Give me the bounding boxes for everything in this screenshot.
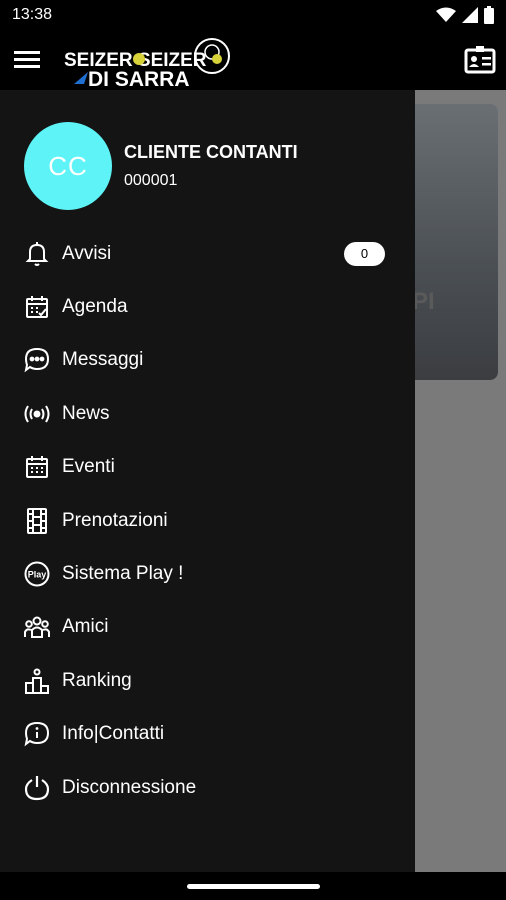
app-logo: SEIZER SEIZER DI SARRA	[62, 36, 238, 90]
menu-item-messaggi[interactable]: Messaggi	[0, 334, 415, 387]
hamburger-menu-icon[interactable]	[14, 48, 42, 72]
menu-label-avvisi: Avvisi	[62, 242, 112, 264]
user-code: 000001	[124, 172, 178, 189]
drawer-menu: Avvisi 0 Agenda Messaggi News Eventi Pre…	[0, 227, 415, 814]
navigation-drawer: CC CLIENTE CONTANTI 000001 Avvisi 0 Agen…	[0, 90, 415, 872]
logo-text-bottom: DI SARRA	[88, 68, 190, 90]
menu-label-disconnessione: Disconnessione	[62, 776, 197, 798]
wifi-icon	[436, 7, 456, 23]
menu-item-ranking[interactable]: Ranking	[0, 654, 415, 707]
signal-icon	[462, 7, 478, 23]
app-bar: SEIZER SEIZER DI SARRA	[0, 32, 506, 90]
film-strip-icon	[24, 507, 50, 534]
calendar-check-icon	[24, 294, 50, 320]
menu-label-eventi: Eventi	[62, 456, 115, 478]
play-logo-icon: Play	[24, 561, 50, 587]
background-card-text: PI	[412, 288, 435, 315]
contact-card-icon[interactable]	[464, 46, 496, 74]
menu-label-ranking: Ranking	[62, 669, 132, 691]
menu-item-info-contatti[interactable]: Info|Contatti	[0, 708, 415, 761]
status-icons	[436, 6, 494, 24]
status-time: 13:38	[12, 6, 53, 23]
menu-item-prenotazioni[interactable]: Prenotazioni	[0, 494, 415, 547]
menu-item-news[interactable]: News	[0, 387, 415, 440]
notification-count-badge: 0	[344, 241, 385, 266]
bell-icon	[24, 241, 50, 267]
menu-label-prenotazioni: Prenotazioni	[62, 509, 168, 531]
menu-item-agenda[interactable]: Agenda	[0, 280, 415, 333]
menu-label-sistema-play: Sistema Play !	[62, 563, 184, 585]
menu-label-info-contatti: Info|Contatti	[62, 723, 165, 745]
broadcast-icon	[24, 401, 50, 427]
avatar: CC	[24, 122, 112, 210]
system-nav-bar	[0, 872, 506, 900]
battery-icon	[484, 6, 494, 24]
menu-label-agenda: Agenda	[62, 296, 128, 318]
menu-item-disconnessione[interactable]: Disconnessione	[0, 761, 415, 814]
home-gesture-handle[interactable]	[187, 884, 320, 889]
screen: 13:38 SEIZER SEIZER DI SARRA PI CC CLIEN…	[0, 0, 506, 900]
menu-item-avvisi[interactable]: Avvisi 0	[0, 227, 415, 280]
menu-item-sistema-play[interactable]: Play Sistema Play !	[0, 547, 415, 600]
status-bar: 13:38	[0, 0, 506, 32]
svg-text:Play: Play	[28, 570, 47, 580]
user-name: CLIENTE CONTANTI	[124, 142, 298, 162]
info-bubble-icon	[24, 721, 50, 747]
podium-icon	[24, 668, 50, 694]
background-card	[402, 104, 498, 380]
group-icon	[24, 614, 50, 640]
menu-label-news: News	[62, 402, 110, 424]
power-icon	[24, 775, 50, 801]
menu-label-amici: Amici	[62, 616, 109, 638]
calendar-grid-icon	[24, 454, 50, 480]
menu-item-eventi[interactable]: Eventi	[0, 441, 415, 494]
menu-item-amici[interactable]: Amici	[0, 601, 415, 654]
chat-bubble-icon	[24, 347, 50, 373]
menu-label-messaggi: Messaggi	[62, 349, 144, 371]
